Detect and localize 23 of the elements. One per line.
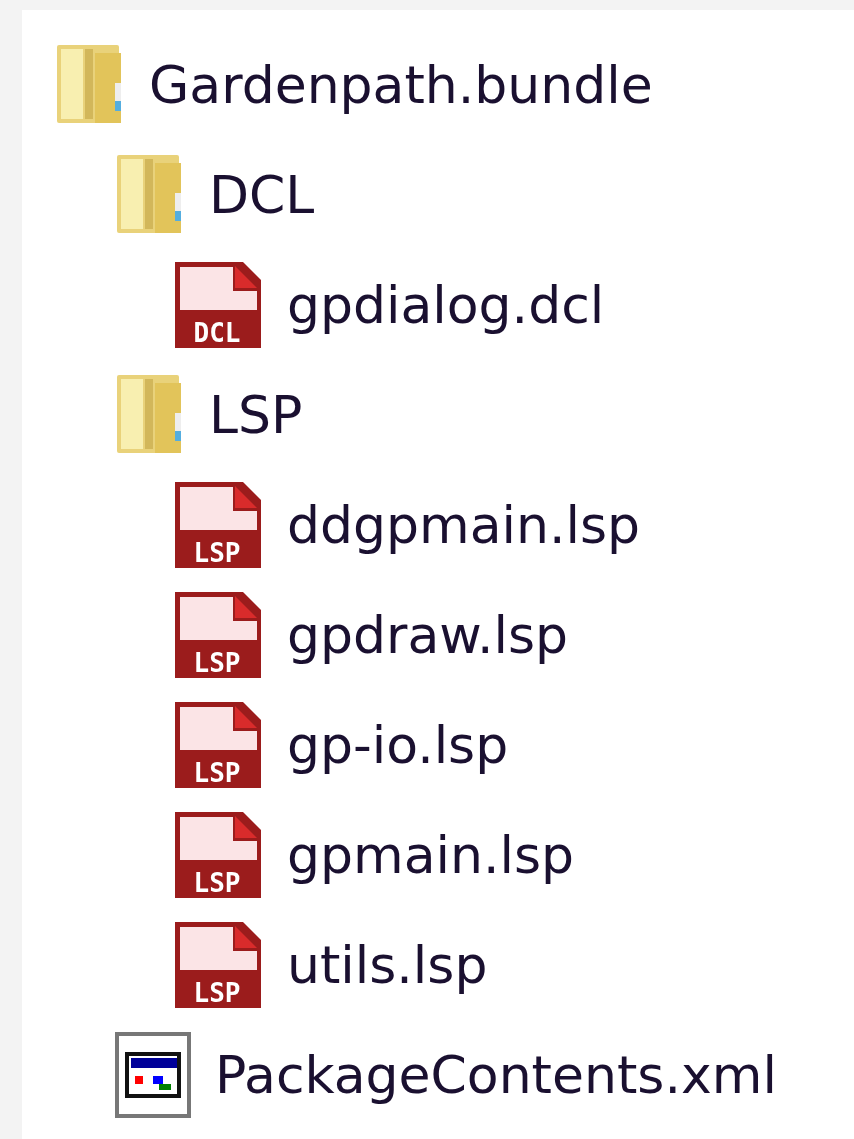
file-name[interactable]: PackageContents.xml (215, 1045, 777, 1105)
file-type-label: LSP (193, 758, 241, 788)
file-icon (175, 702, 261, 788)
file-type-label: DCL (193, 318, 241, 348)
file-name[interactable]: gpdialog.dcl (287, 275, 605, 335)
file-icon (175, 592, 261, 678)
file-type-label: LSP (193, 648, 241, 678)
file-type-label: LSP (193, 978, 241, 1008)
file-name[interactable]: ddgpmain.lsp (287, 495, 641, 555)
folder-name[interactable]: DCL (209, 165, 315, 225)
file-name[interactable]: gp-io.lsp (287, 715, 509, 775)
file-name[interactable]: gpmain.lsp (287, 825, 574, 885)
file-icon (175, 922, 261, 1008)
file-icon (175, 262, 261, 348)
file-name[interactable]: gpdraw.lsp (287, 605, 569, 665)
file-name[interactable]: utils.lsp (287, 935, 488, 995)
window-file-icon (115, 1032, 191, 1118)
folder-name[interactable]: LSP (209, 385, 303, 445)
file-type-label: LSP (193, 538, 241, 568)
file-icon (175, 482, 261, 568)
file-type-label: LSP (193, 868, 241, 898)
folder-name[interactable]: Gardenpath.bundle (149, 55, 653, 115)
file-icon (175, 812, 261, 898)
